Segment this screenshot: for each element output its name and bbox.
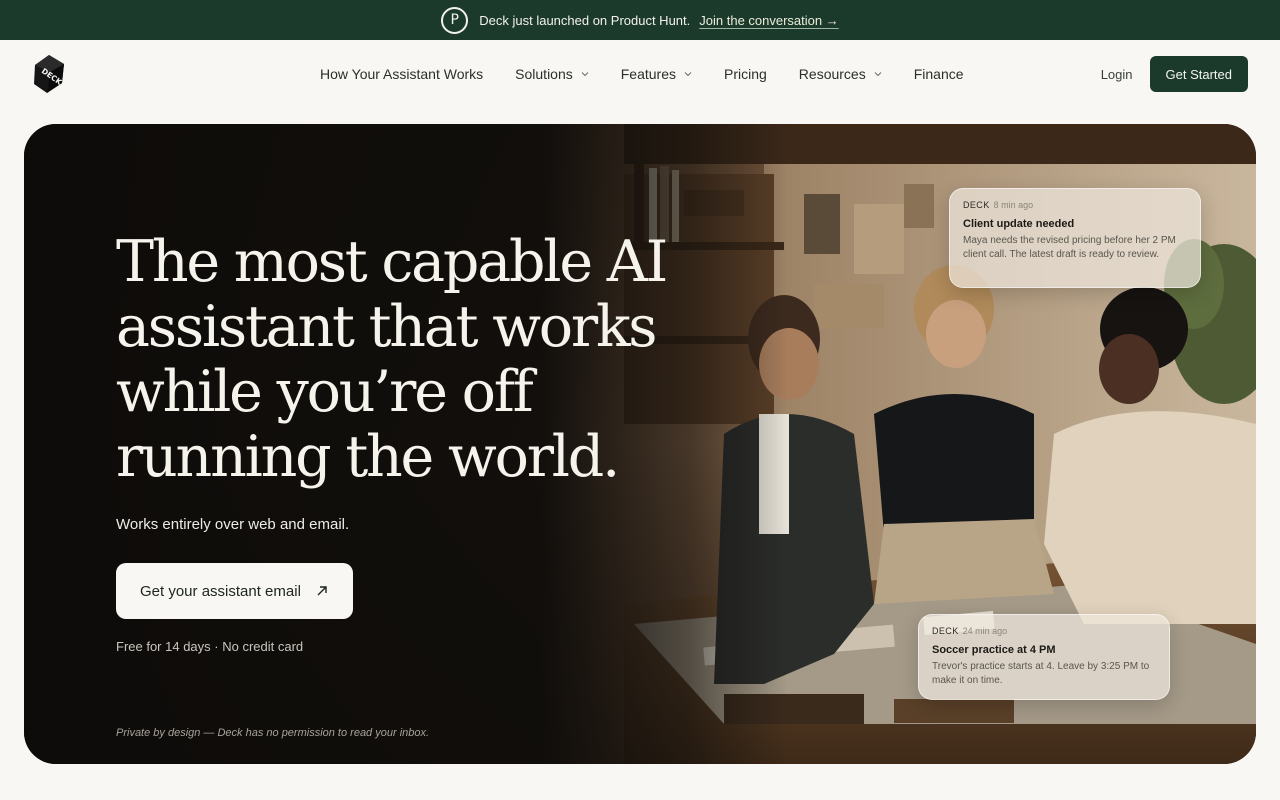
product-hunt-icon: P: [441, 6, 469, 34]
headline-line: assistant that works: [116, 294, 658, 360]
notification-meta: DECK 8 min ago: [963, 200, 1187, 210]
notification-body: Maya needs the revised pricing before he…: [963, 235, 1176, 260]
privacy-note: Private by design — Deck has no permissi…: [116, 727, 430, 739]
nav-item-label: Pricing: [724, 66, 767, 82]
nav-item-resources[interactable]: Resources: [799, 66, 882, 82]
hero-copy: The most capable AI assistant that works…: [116, 230, 676, 654]
join-conversation-link[interactable]: Join the conversation →: [699, 13, 838, 28]
notification-sender: DECK: [963, 200, 990, 210]
nav-item-features[interactable]: Features: [621, 66, 692, 82]
notification-time: 24 min ago: [962, 626, 1008, 636]
chevron-down-icon: [874, 72, 882, 77]
notification-sender: DECK: [932, 626, 959, 636]
nav-actions: Login Get Started: [1101, 56, 1248, 92]
trial-fineprint: Free for 14 days · No credit card: [116, 639, 304, 654]
notification-title: Client update needed: [963, 218, 1075, 230]
chevron-down-icon: [684, 72, 692, 77]
nav-links: How Your Assistant Works Solutions Featu…: [320, 40, 964, 108]
hero-headline: The most capable AI assistant that works…: [116, 230, 676, 490]
headline-line: running the world.: [116, 424, 620, 490]
nav-item-label: Features: [620, 66, 676, 82]
nav-item-pricing[interactable]: Pricing: [724, 66, 767, 82]
nav-item-finance[interactable]: Finance: [914, 66, 964, 82]
headline-line: The most capable AI: [116, 229, 668, 295]
nav-item-label: Resources: [798, 66, 866, 82]
nav-item-label: Finance: [913, 66, 964, 82]
get-started-button[interactable]: Get Started: [1149, 56, 1248, 92]
hero-subline: Works entirely over web and email.: [116, 516, 350, 533]
nav-item-label: How Your Assistant Works: [320, 66, 484, 82]
chevron-down-icon: [581, 72, 589, 77]
hero-section: The most capable AI assistant that works…: [24, 124, 1256, 764]
announcement-text: Deck just launched on Product Hunt.: [479, 12, 691, 28]
notification-card: DECK 24 min ago Soccer practice at 4 PM T…: [918, 614, 1170, 700]
notification-body: Trevor's practice starts at 4. Leave by …: [932, 661, 1150, 686]
main-nav: DECK How Your Assistant Works Solutions …: [0, 40, 1280, 108]
cta-label: Get your assistant email: [140, 582, 301, 600]
login-link[interactable]: Login: [1101, 67, 1133, 82]
notification-meta: DECK 24 min ago: [932, 626, 1156, 636]
arrow-up-right-icon: [317, 586, 327, 596]
deck-logo[interactable]: DECK: [32, 53, 66, 95]
notification-card: DECK 8 min ago Client update needed Maya …: [949, 188, 1201, 288]
notification-time: 8 min ago: [993, 200, 1034, 210]
nav-item-label: Solutions: [515, 66, 573, 82]
announcement-bar: P Deck just launched on Product Hunt. Jo…: [0, 0, 1280, 40]
headline-line: while you’re off: [116, 359, 534, 425]
nav-item-solutions[interactable]: Solutions: [515, 66, 589, 82]
notification-title: Soccer practice at 4 PM: [932, 644, 1056, 656]
get-assistant-email-button[interactable]: Get your assistant email: [116, 563, 353, 619]
nav-item-how-it-works[interactable]: How Your Assistant Works: [320, 66, 483, 82]
